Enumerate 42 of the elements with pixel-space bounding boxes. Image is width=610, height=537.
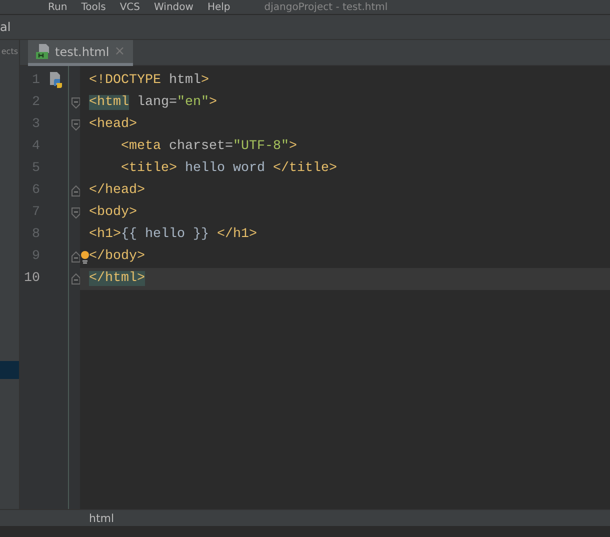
tag-token: >	[209, 95, 217, 110]
attribute-token: charset=	[168, 139, 233, 154]
tag-token: <!DOCTYPE	[89, 73, 161, 88]
value-token: "UTF-8"	[232, 139, 289, 154]
attribute-token: html	[168, 73, 201, 88]
tag-token: >	[288, 139, 297, 154]
attribute-token: lang=	[136, 95, 177, 110]
line-number: 10	[23, 270, 40, 288]
tag-token: <title>	[120, 161, 177, 176]
fold-icon[interactable]	[71, 273, 80, 285]
breadcrumb: al	[0, 20, 11, 34]
fold-icon[interactable]	[71, 207, 80, 219]
text-token: {{ hello }}	[121, 227, 210, 242]
fold-icon[interactable]	[71, 185, 80, 197]
tag-token: <h1>	[89, 227, 121, 242]
fold-icon[interactable]	[71, 119, 80, 131]
tag-token: <html	[89, 95, 129, 110]
tag-token: </html>	[89, 271, 145, 286]
panel-label[interactable]: ects	[1, 46, 18, 58]
tag-token: <meta	[120, 139, 161, 154]
menu-item[interactable]: Window	[154, 0, 194, 14]
tag-token: </title>	[272, 161, 337, 176]
tag-token: </head>	[89, 183, 145, 198]
lightbulb-icon[interactable]	[81, 249, 89, 265]
status-breadcrumb[interactable]: html	[89, 510, 114, 526]
tag-token: <head>	[89, 117, 137, 132]
fold-icon[interactable]	[71, 251, 80, 263]
value-token: "en"	[177, 95, 209, 110]
html-file-icon	[36, 44, 50, 59]
menu-item[interactable]: Run	[48, 0, 68, 14]
tag-token: </h1>	[216, 227, 257, 242]
tag-token: </body>	[89, 249, 145, 264]
python-file-icon[interactable]	[48, 72, 64, 89]
tag-token: >	[200, 73, 209, 88]
menu-item[interactable]: Tools	[81, 0, 106, 14]
menu-item[interactable]: Help	[207, 0, 230, 14]
tag-token: <body>	[89, 205, 137, 220]
fold-icon[interactable]	[71, 97, 80, 109]
text-token: hello word	[184, 161, 266, 176]
window-title: djangoProject - test.html	[264, 1, 388, 14]
menu-item[interactable]: VCS	[120, 0, 140, 14]
file-tab[interactable]: test.html ×	[28, 40, 134, 66]
